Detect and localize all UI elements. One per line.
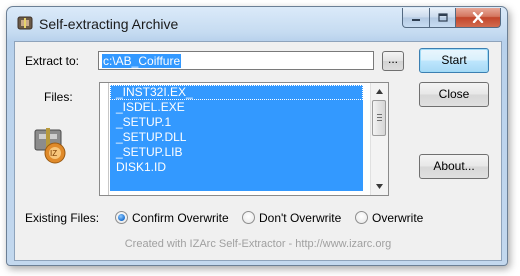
minimize-button[interactable] xyxy=(402,8,430,28)
file-list-item[interactable]: _ISDEL.EXE xyxy=(110,100,363,115)
extract-path-input[interactable]: c:\AB_Coiffure xyxy=(98,51,374,70)
file-list-item[interactable]: _SETUP.1 xyxy=(110,115,363,130)
list-gutter xyxy=(100,83,109,195)
dont-overwrite-radio[interactable] xyxy=(242,211,255,224)
dont-overwrite-label[interactable]: Don't Overwrite xyxy=(259,211,341,225)
self-extracting-archive-window: Self-extracting Archive Extract to: c:\A… xyxy=(6,6,508,266)
overwrite-radio[interactable] xyxy=(355,211,368,224)
files-label: Files: xyxy=(44,90,73,104)
extract-path-value: c:\AB_Coiffure xyxy=(102,54,182,68)
maximize-button[interactable] xyxy=(430,8,456,28)
close-icon xyxy=(472,12,484,23)
scroll-up-icon xyxy=(376,89,383,94)
footer-credit: Created with IZArc Self-Extractor - http… xyxy=(124,238,392,250)
window-title: Self-extracting Archive xyxy=(39,16,179,32)
svg-text:IZ: IZ xyxy=(50,149,57,158)
minimize-icon xyxy=(412,18,420,21)
files-listbox[interactable]: _INST32I.EX_ _ISDEL.EXE _SETUP.1 _SETUP.… xyxy=(99,82,389,196)
file-list-item[interactable]: DISK1.ID xyxy=(110,160,363,175)
title-bar[interactable]: Self-extracting Archive xyxy=(7,7,507,41)
thumb-grip xyxy=(377,117,382,118)
file-items: _INST32I.EX_ _ISDEL.EXE _SETUP.1 _SETUP.… xyxy=(110,85,363,191)
file-list-item[interactable]: _SETUP.DLL xyxy=(110,130,363,145)
start-button[interactable]: Start xyxy=(419,48,489,73)
scroll-down-button[interactable] xyxy=(371,178,388,195)
scroll-down-icon xyxy=(376,184,383,189)
scroll-up-button[interactable] xyxy=(371,83,388,100)
scroll-thumb[interactable] xyxy=(372,100,386,136)
vertical-scrollbar[interactable] xyxy=(370,83,388,195)
thumb-grip xyxy=(377,120,382,121)
package-icon: IZ xyxy=(34,128,66,164)
archive-icon xyxy=(17,16,33,30)
close-button[interactable]: Close xyxy=(419,82,489,107)
dialog-body: Extract to: c:\AB_Coiffure ... Start Clo… xyxy=(14,41,502,261)
about-button[interactable]: About... xyxy=(419,154,489,179)
existing-files-label: Existing Files: xyxy=(25,211,100,225)
extract-to-label: Extract to: xyxy=(25,54,80,68)
browse-button[interactable]: ... xyxy=(382,51,404,71)
confirm-overwrite-radio[interactable] xyxy=(115,211,128,224)
file-list-item[interactable]: _INST32I.EX_ xyxy=(110,85,363,100)
confirm-overwrite-label[interactable]: Confirm Overwrite xyxy=(132,211,229,225)
maximize-icon xyxy=(437,13,448,22)
overwrite-label[interactable]: Overwrite xyxy=(372,211,423,225)
file-list-item[interactable]: _SETUP.LIB xyxy=(110,145,363,160)
close-window-button[interactable] xyxy=(456,8,501,28)
thumb-grip xyxy=(377,114,382,115)
window-controls xyxy=(402,8,501,28)
